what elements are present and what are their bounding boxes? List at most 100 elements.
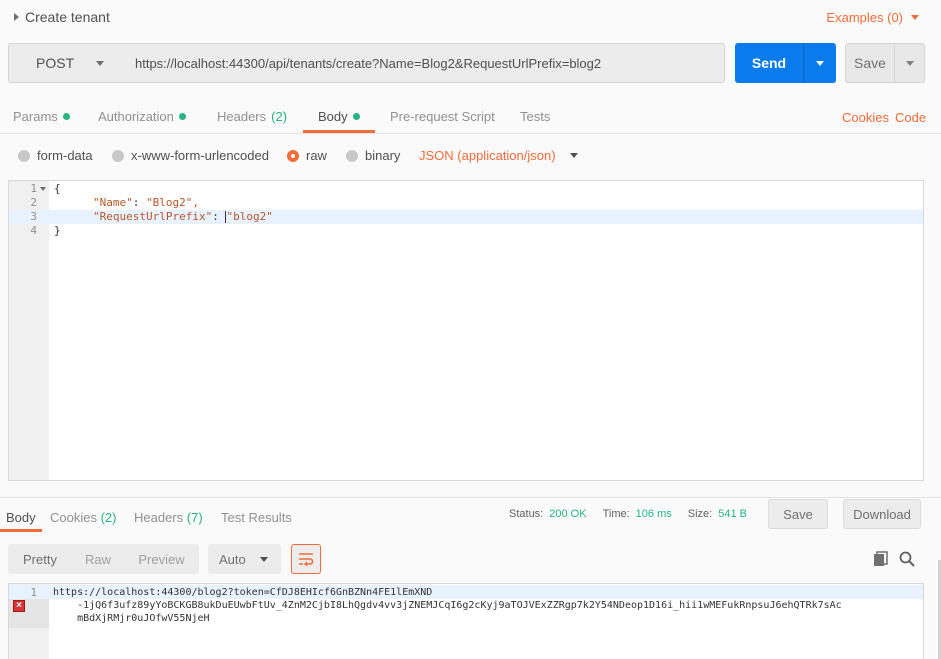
examples-label: Examples (0) <box>826 10 903 25</box>
active-tab-indicator <box>303 130 375 133</box>
request-title-text: Create tenant <box>25 9 110 25</box>
tab-tests-label: Tests <box>520 109 551 124</box>
tab-tests[interactable]: Tests <box>520 109 550 124</box>
code-text: { <box>54 182 61 195</box>
send-label: Send <box>751 55 787 71</box>
line-number: 2 <box>30 196 37 209</box>
json-colon: : <box>212 210 226 223</box>
response-tab-cookies[interactable]: Cookies (2) <box>50 510 116 525</box>
radio-urlencoded-label: x-www-form-urlencoded <box>131 148 269 163</box>
radio-binary[interactable]: binary <box>346 148 400 163</box>
size-value: 541 B <box>718 508 747 520</box>
request-body-editor[interactable]: 1 { 2 "Name": "Blog2", 3 "RequestUrlPref… <box>8 180 924 481</box>
radio-urlencoded[interactable]: x-www-form-urlencoded <box>112 148 269 163</box>
response-view-mode: Pretty Raw Preview <box>8 544 199 574</box>
json-value: "blog2" <box>226 210 273 223</box>
time-label: Time: <box>602 508 630 520</box>
tab-authorization[interactable]: Authorization <box>98 109 186 124</box>
response-headers-label: Headers <box>134 510 184 525</box>
chevron-down-icon <box>569 153 578 158</box>
status-label: Status: <box>509 508 544 520</box>
body-type-selector: form-data x-www-form-urlencoded raw bina… <box>0 144 941 168</box>
method-select[interactable]: POST <box>8 43 125 83</box>
json-colon: : <box>132 196 146 209</box>
send-options-dropdown[interactable] <box>804 43 836 83</box>
line-number: 1 <box>30 182 37 195</box>
radio-circle <box>346 149 358 162</box>
chevron-down-icon <box>911 15 919 20</box>
chevron-down-icon <box>816 60 824 66</box>
code-text: "Name": "Blog2", <box>93 196 199 210</box>
response-line-number: 1 <box>30 586 37 599</box>
response-cookies-label: Cookies <box>50 510 97 525</box>
send-button[interactable]: Send <box>735 43 836 83</box>
wrap-lines-button[interactable] <box>291 544 321 574</box>
response-text: https://localhost:44300/blog2?token=CfDJ… <box>53 587 842 624</box>
radio-form-data-label: form-data <box>37 148 93 163</box>
search-icon[interactable] <box>899 551 915 567</box>
tab-pre-request-label: Pre-request Script <box>390 109 495 124</box>
content-type-dropdown[interactable]: JSON (application/json) <box>419 148 578 163</box>
editor-line: 4 } <box>9 224 923 238</box>
download-button[interactable]: Download <box>843 499 921 529</box>
chevron-down-icon <box>259 556 268 562</box>
editor-line: 1 { <box>9 182 923 196</box>
headers-count: (2) <box>271 109 288 124</box>
content-type-label: JSON (application/json) <box>419 148 556 163</box>
response-save-button[interactable]: Save <box>768 499 828 529</box>
response-tab-body[interactable]: Body <box>6 510 36 525</box>
format-select[interactable]: Auto <box>208 544 281 574</box>
json-value: "Blog2", <box>146 196 199 209</box>
format-label: Auto <box>219 551 246 567</box>
size-label: Size: <box>687 508 713 520</box>
time-value: 106 ms <box>635 508 672 520</box>
tab-body-label: Body <box>318 109 348 124</box>
code-text: } <box>54 224 61 237</box>
request-tabs: Params Authorization Headers (2) Body Pr… <box>0 100 941 134</box>
view-pretty[interactable]: Pretty <box>8 544 72 574</box>
line-number: 3 <box>30 210 37 223</box>
radio-form-data[interactable]: form-data <box>18 148 93 163</box>
radio-circle <box>112 149 124 162</box>
json-key: "Name" <box>93 196 133 209</box>
status-value: 200 OK <box>549 508 587 520</box>
response-tab-headers[interactable]: Headers (7) <box>134 510 203 525</box>
radio-binary-label: binary <box>365 148 401 163</box>
copy-icon[interactable] <box>873 551 889 567</box>
response-meta: Status: 200 OK Time: 106 ms Size: 541 B <box>509 508 757 520</box>
editor-line-current: 3 "RequestUrlPrefix": "blog2" <box>9 210 923 224</box>
fold-arrow-icon[interactable] <box>40 187 46 191</box>
request-title[interactable]: Create tenant <box>14 9 110 25</box>
tab-pre-request-script[interactable]: Pre-request Script <box>390 109 495 124</box>
tab-headers[interactable]: Headers (2) <box>217 109 287 124</box>
radio-raw[interactable]: raw <box>287 148 327 163</box>
view-preview[interactable]: Preview <box>124 544 199 574</box>
tab-body[interactable]: Body <box>318 109 360 124</box>
radio-raw-label: raw <box>306 148 327 163</box>
save-options-dropdown[interactable] <box>895 44 924 82</box>
code-link[interactable]: Code <box>895 110 926 125</box>
chevron-down-icon <box>96 60 105 66</box>
authorization-status-dot <box>178 113 186 120</box>
response-tab-test-results[interactable]: Test Results <box>221 510 292 525</box>
method-label: POST <box>36 55 75 71</box>
cookies-link[interactable]: Cookies <box>842 110 889 125</box>
code-text: "RequestUrlPrefix": "blog2" <box>93 210 273 224</box>
tab-params[interactable]: Params <box>13 109 70 124</box>
error-icon: × <box>13 600 25 612</box>
body-status-dot <box>352 113 360 120</box>
radio-circle <box>18 149 30 162</box>
editor-line: 2 "Name": "Blog2", <box>9 196 923 210</box>
chevron-down-icon <box>905 60 914 66</box>
expand-caret-icon <box>14 13 19 21</box>
save-button[interactable]: Save <box>845 43 925 83</box>
examples-dropdown[interactable]: Examples (0) <box>826 10 919 25</box>
params-status-dot <box>62 113 70 120</box>
url-input[interactable] <box>124 43 725 83</box>
response-body-viewer[interactable]: 1 × https://localhost:44300/blog2?token=… <box>8 583 924 659</box>
response-active-tab-indicator <box>0 529 42 532</box>
response-headers-count: (7) <box>186 510 203 525</box>
view-raw[interactable]: Raw <box>72 544 124 574</box>
tab-params-label: Params <box>13 109 58 124</box>
line-number: 4 <box>30 224 37 237</box>
